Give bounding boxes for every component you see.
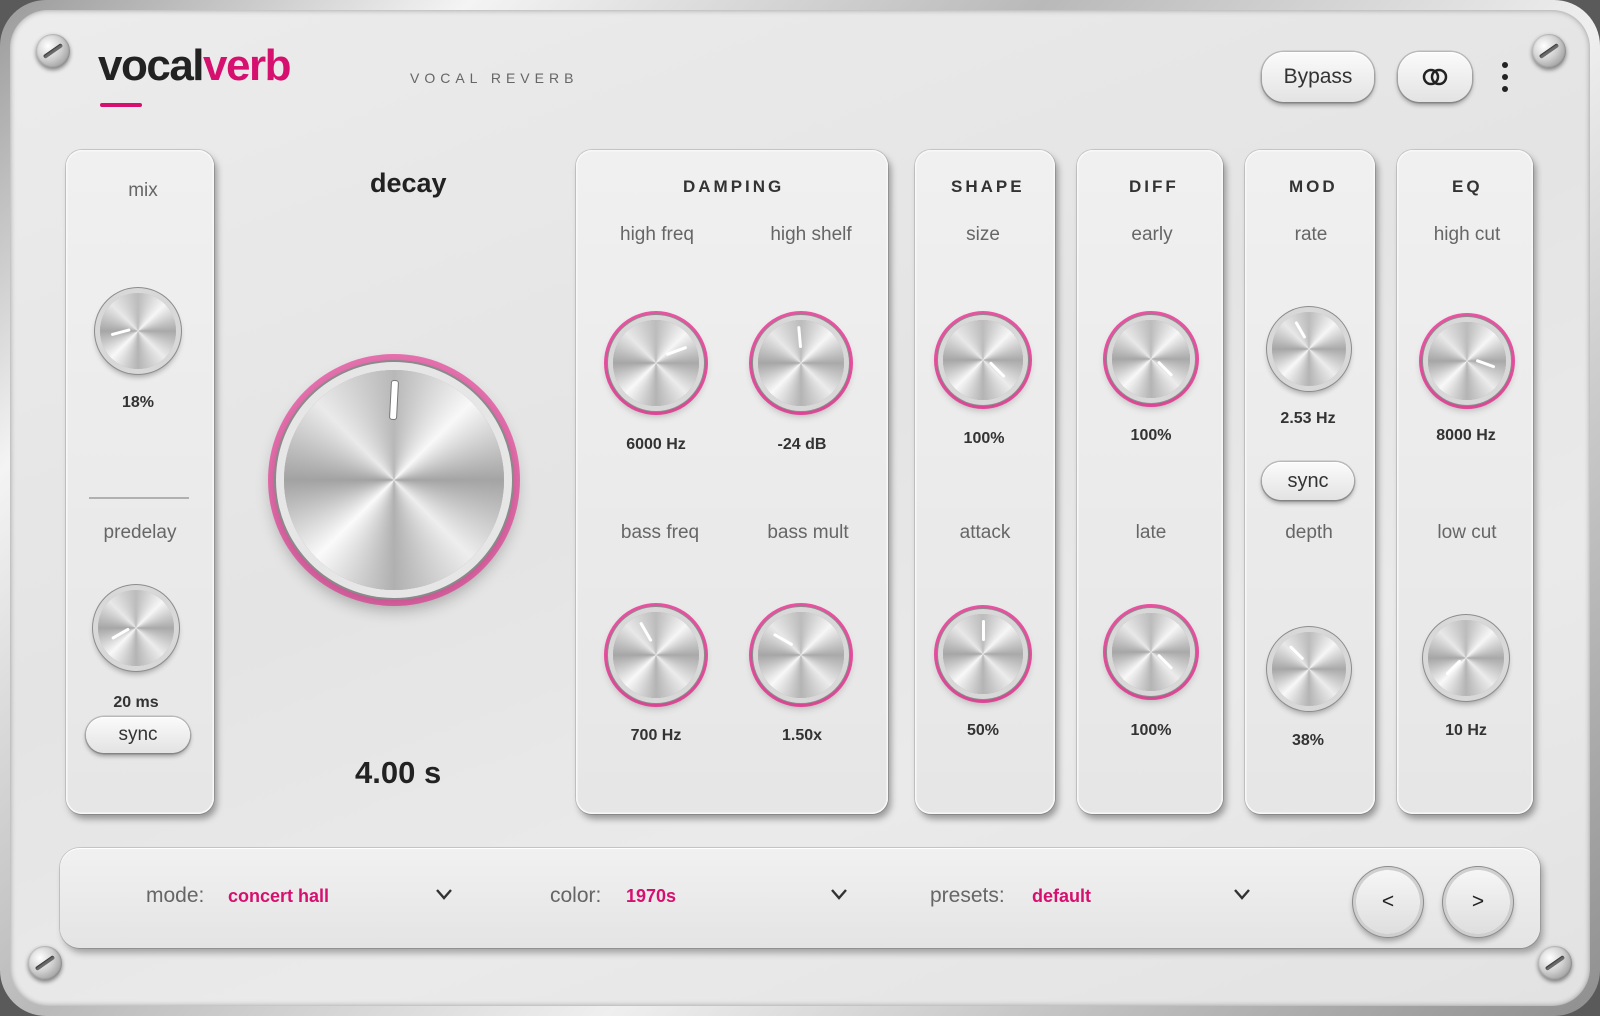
bass-freq-knob[interactable] (613, 612, 699, 698)
depth-knob[interactable] (1272, 632, 1346, 706)
screw-icon (36, 34, 70, 68)
shape-card (915, 150, 1055, 814)
attack-knob[interactable] (943, 614, 1023, 694)
screw-icon (1538, 946, 1572, 980)
mix-knob[interactable] (100, 293, 176, 369)
previous-preset-button[interactable]: < (1356, 870, 1420, 934)
chevron-down-icon[interactable] (1232, 884, 1252, 904)
damping-card (576, 150, 888, 814)
high-freq-label: high freq (620, 224, 694, 245)
late-label: late (1135, 522, 1167, 543)
high-cut-value: 8000 Hz (1436, 427, 1496, 444)
logo-underline (100, 103, 142, 107)
section-divider (89, 497, 189, 499)
sync-label: sync (1287, 469, 1329, 492)
chevron-down-icon[interactable] (829, 884, 849, 904)
bass-freq-value: 700 Hz (630, 727, 682, 744)
rate-knob[interactable] (1272, 312, 1346, 386)
high-shelf-label: high shelf (770, 224, 852, 245)
link-button[interactable] (1398, 52, 1472, 102)
bass-mult-label: bass mult (767, 522, 849, 543)
bypass-label: Bypass (1283, 65, 1353, 88)
low-cut-label: low cut (1437, 522, 1497, 543)
decay-value: 4.00 s (355, 755, 442, 790)
diff-title: DIFF (1129, 177, 1179, 196)
high-freq-knob[interactable] (613, 320, 699, 406)
logo-part-2: verb (203, 41, 291, 90)
mod-title: MOD (1289, 177, 1338, 196)
size-value: 100% (963, 430, 1005, 447)
color-label: color: (550, 884, 602, 907)
kebab-menu-icon[interactable] (1500, 62, 1510, 92)
attack-label: attack (959, 522, 1011, 543)
chevron-down-icon[interactable] (434, 884, 454, 904)
diff-card (1077, 150, 1223, 814)
next-icon: > (1471, 890, 1485, 913)
early-knob[interactable] (1112, 320, 1190, 398)
eq-card (1397, 150, 1533, 814)
bass-mult-value: 1.50x (781, 727, 823, 744)
predelay-knob[interactable] (98, 590, 174, 666)
high-shelf-knob[interactable] (758, 320, 844, 406)
high-freq-value: 6000 Hz (626, 436, 686, 453)
depth-value: 38% (1291, 732, 1325, 749)
predelay-sync-button[interactable]: sync (86, 717, 190, 753)
mix-label: mix (128, 180, 158, 201)
color-value[interactable]: 1970s (626, 886, 676, 907)
shape-title: SHAPE (951, 177, 1025, 196)
eq-title: EQ (1452, 177, 1483, 196)
mix-value: 18% (121, 394, 155, 411)
high-cut-knob[interactable] (1428, 322, 1506, 400)
high-shelf-value: -24 dB (777, 436, 827, 453)
mod-sync-button[interactable]: sync (1262, 462, 1354, 500)
attack-value: 50% (966, 722, 1000, 739)
app-logo: vocalverb (98, 41, 291, 90)
screw-icon (1532, 34, 1566, 68)
late-knob[interactable] (1112, 613, 1190, 691)
mode-value[interactable]: concert hall (228, 886, 329, 907)
early-value: 100% (1130, 427, 1172, 444)
app-subtitle: VOCAL REVERB (410, 70, 579, 86)
mode-label: mode: (146, 884, 205, 907)
screw-icon (28, 946, 62, 980)
predelay-label: predelay (103, 522, 177, 543)
sync-label: sync (118, 724, 158, 745)
early-label: early (1131, 224, 1173, 245)
decay-label: decay (370, 168, 447, 198)
presets-label: presets: (930, 884, 1005, 907)
damping-title: DAMPING (683, 177, 785, 196)
high-cut-label: high cut (1433, 224, 1501, 245)
mix-predelay-card (66, 150, 214, 814)
bass-mult-knob[interactable] (758, 612, 844, 698)
presets-value[interactable]: default (1032, 886, 1091, 907)
low-cut-value: 10 Hz (1445, 722, 1487, 739)
decay-knob[interactable] (284, 370, 504, 590)
rate-label: rate (1294, 224, 1328, 245)
predelay-value: 20 ms (113, 694, 159, 711)
bypass-button[interactable]: Bypass (1262, 52, 1374, 102)
bass-freq-label: bass freq (620, 522, 700, 543)
next-preset-button[interactable]: > (1446, 870, 1510, 934)
rate-value: 2.53 Hz (1280, 410, 1336, 427)
size-label: size (966, 224, 1000, 245)
size-knob[interactable] (943, 320, 1023, 400)
logo-part-1: vocal (98, 41, 205, 90)
low-cut-knob[interactable] (1428, 620, 1504, 696)
late-value: 100% (1130, 722, 1172, 739)
previous-icon: < (1381, 890, 1395, 913)
link-rings-icon (1422, 68, 1448, 86)
depth-label: depth (1285, 522, 1333, 543)
